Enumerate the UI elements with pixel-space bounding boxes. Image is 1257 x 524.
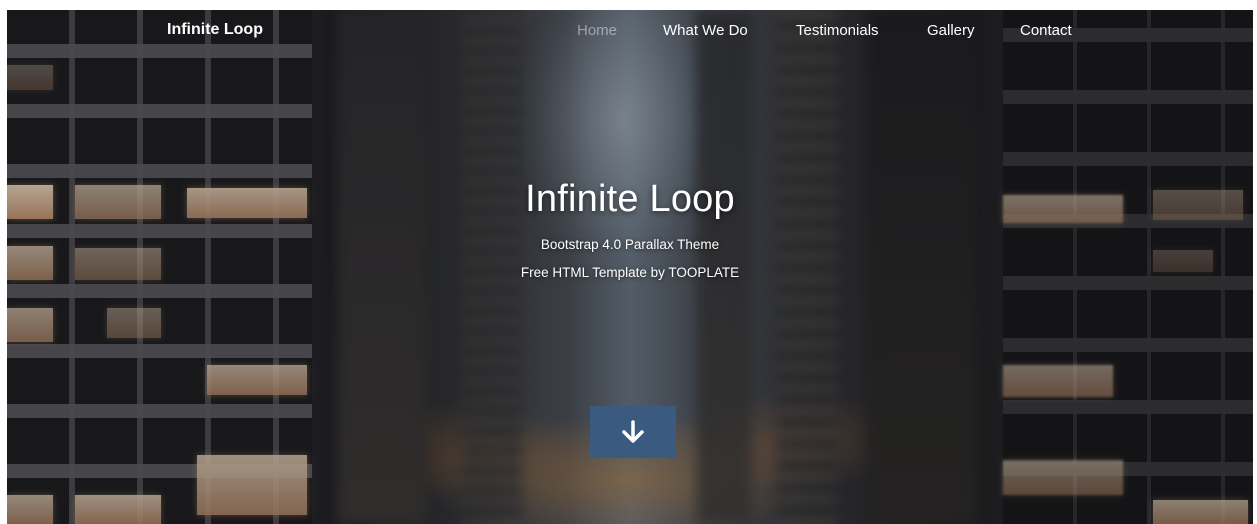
hero-title: Infinite Loop [525, 178, 735, 220]
hero-subtitle-credit: Free HTML Template by TOOPLATE [520, 265, 740, 280]
scroll-down-button[interactable] [590, 406, 676, 458]
nav-item-testimonials[interactable]: Testimonials [796, 22, 879, 39]
arrow-down-icon [622, 420, 644, 443]
main-nav: Home What We Do Testimonials Gallery Con… [7, 22, 1253, 46]
nav-item-contact[interactable]: Contact [1020, 22, 1072, 39]
hero-subtitle-theme: Bootstrap 4.0 Parallax Theme [540, 237, 720, 252]
nav-item-home[interactable]: Home [577, 22, 617, 39]
hero-section: Infinite Loop Home What We Do Testimonia… [7, 10, 1253, 524]
nav-item-what-we-do[interactable]: What We Do [663, 22, 748, 39]
nav-item-gallery[interactable]: Gallery [927, 22, 975, 39]
